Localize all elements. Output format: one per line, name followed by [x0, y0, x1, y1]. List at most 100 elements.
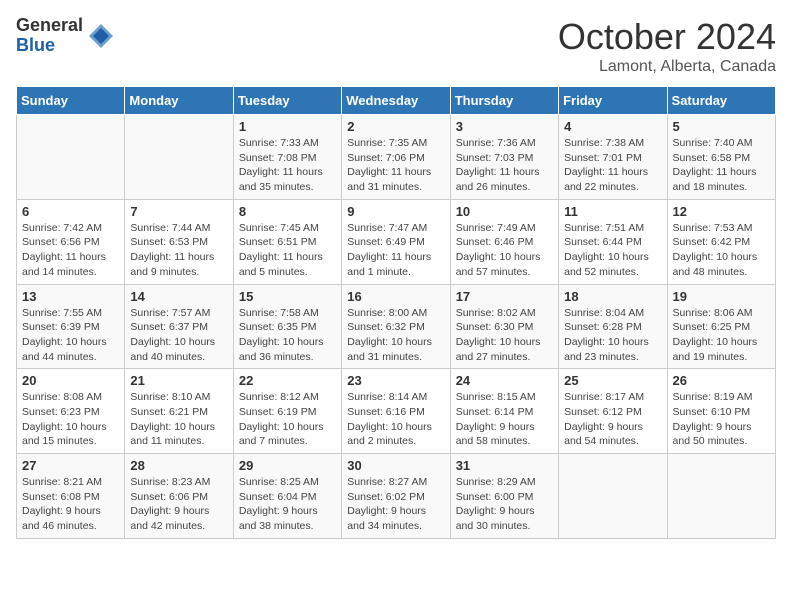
logo-icon [87, 22, 115, 50]
calendar-table: SundayMondayTuesdayWednesdayThursdayFrid… [16, 86, 776, 539]
day-info: Sunrise: 7:40 AMSunset: 6:58 PMDaylight:… [673, 136, 770, 195]
month-title: October 2024 [558, 16, 776, 58]
calendar-cell: 1Sunrise: 7:33 AMSunset: 7:08 PMDaylight… [233, 115, 341, 200]
day-number: 19 [673, 289, 770, 304]
day-number: 21 [130, 373, 227, 388]
day-info: Sunrise: 7:38 AMSunset: 7:01 PMDaylight:… [564, 136, 661, 195]
calendar-cell: 23 Sunrise: 8:14 AMSunset: 6:16 PMDayligh… [342, 369, 450, 454]
day-number: 7 [130, 204, 227, 219]
day-info: Sunrise: 7:44 AMSunset: 6:53 PMDaylight:… [130, 221, 227, 280]
day-info: Sunrise: 7:49 AMSunset: 6:46 PMDaylight:… [456, 221, 553, 280]
calendar-header-row: SundayMondayTuesdayWednesdayThursdayFrid… [17, 87, 776, 115]
day-number: 8 [239, 204, 336, 219]
calendar-cell: 19 Sunrise: 8:06 AMSunset: 6:25 PMDayligh… [667, 284, 775, 369]
page-header: General Blue October 2024 Lamont, Albert… [16, 16, 776, 76]
day-info: Sunrise: 8:25 AMSunset: 6:04 PMDaylight:… [239, 475, 336, 534]
column-header-thursday: Thursday [450, 87, 558, 115]
calendar-cell: 29 Sunrise: 8:25 AMSunset: 6:04 PMDayligh… [233, 454, 341, 539]
day-info: Sunrise: 8:21 AMSunset: 6:08 PMDaylight:… [22, 475, 119, 534]
day-number: 6 [22, 204, 119, 219]
location: Lamont, Alberta, Canada [558, 58, 776, 76]
day-info: Sunrise: 8:19 AMSunset: 6:10 PMDaylight:… [673, 390, 770, 449]
column-header-wednesday: Wednesday [342, 87, 450, 115]
calendar-cell: 13 Sunrise: 7:55 AMSunset: 6:39 PMDayligh… [17, 284, 125, 369]
day-info: Sunrise: 7:55 AMSunset: 6:39 PMDaylight:… [22, 306, 119, 365]
day-number: 4 [564, 119, 661, 134]
column-header-friday: Friday [559, 87, 667, 115]
day-info: Sunrise: 8:08 AMSunset: 6:23 PMDaylight:… [22, 390, 119, 449]
calendar-cell: 26 Sunrise: 8:19 AMSunset: 6:10 PMDayligh… [667, 369, 775, 454]
week-row-2: 6 Sunrise: 7:42 AMSunset: 6:56 PMDaylight… [17, 199, 776, 284]
day-info: Sunrise: 8:04 AMSunset: 6:28 PMDaylight:… [564, 306, 661, 365]
day-info: Sunrise: 8:15 AMSunset: 6:14 PMDaylight:… [456, 390, 553, 449]
column-header-monday: Monday [125, 87, 233, 115]
day-info: Sunrise: 8:14 AMSunset: 6:16 PMDaylight:… [347, 390, 444, 449]
calendar-cell: 7 Sunrise: 7:44 AMSunset: 6:53 PMDaylight… [125, 199, 233, 284]
day-number: 10 [456, 204, 553, 219]
day-info: Sunrise: 7:51 AMSunset: 6:44 PMDaylight:… [564, 221, 661, 280]
day-info: Sunrise: 8:17 AMSunset: 6:12 PMDaylight:… [564, 390, 661, 449]
calendar-cell: 18 Sunrise: 8:04 AMSunset: 6:28 PMDayligh… [559, 284, 667, 369]
day-info: Sunrise: 8:12 AMSunset: 6:19 PMDaylight:… [239, 390, 336, 449]
calendar-cell: 28 Sunrise: 8:23 AMSunset: 6:06 PMDayligh… [125, 454, 233, 539]
day-info: Sunrise: 7:42 AMSunset: 6:56 PMDaylight:… [22, 221, 119, 280]
day-number: 16 [347, 289, 444, 304]
calendar-cell [125, 115, 233, 200]
day-number: 20 [22, 373, 119, 388]
logo: General Blue [16, 16, 115, 56]
column-header-tuesday: Tuesday [233, 87, 341, 115]
day-number: 17 [456, 289, 553, 304]
day-number: 18 [564, 289, 661, 304]
day-info: Sunrise: 8:06 AMSunset: 6:25 PMDaylight:… [673, 306, 770, 365]
day-number: 30 [347, 458, 444, 473]
day-info: Sunrise: 8:23 AMSunset: 6:06 PMDaylight:… [130, 475, 227, 534]
day-info: Sunrise: 8:29 AMSunset: 6:00 PMDaylight:… [456, 475, 553, 534]
day-number: 22 [239, 373, 336, 388]
day-number: 23 [347, 373, 444, 388]
calendar-cell: 31 Sunrise: 8:29 AMSunset: 6:00 PMDayligh… [450, 454, 558, 539]
day-number: 13 [22, 289, 119, 304]
calendar-cell: 2Sunrise: 7:35 AMSunset: 7:06 PMDaylight… [342, 115, 450, 200]
day-info: Sunrise: 8:27 AMSunset: 6:02 PMDaylight:… [347, 475, 444, 534]
day-number: 28 [130, 458, 227, 473]
day-number: 31 [456, 458, 553, 473]
week-row-4: 20 Sunrise: 8:08 AMSunset: 6:23 PMDayligh… [17, 369, 776, 454]
day-number: 9 [347, 204, 444, 219]
calendar-cell: 4 Sunrise: 7:38 AMSunset: 7:01 PMDaylight… [559, 115, 667, 200]
calendar-cell: 8 Sunrise: 7:45 AMSunset: 6:51 PMDaylight… [233, 199, 341, 284]
day-number: 3 [456, 119, 553, 134]
calendar-cell: 12Sunrise: 7:53 AMSunset: 6:42 PMDayligh… [667, 199, 775, 284]
week-row-3: 13 Sunrise: 7:55 AMSunset: 6:39 PMDayligh… [17, 284, 776, 369]
title-block: October 2024 Lamont, Alberta, Canada [558, 16, 776, 76]
day-number: 26 [673, 373, 770, 388]
day-info: Sunrise: 7:35 AMSunset: 7:06 PMDaylight:… [347, 136, 444, 195]
calendar-cell: 22 Sunrise: 8:12 AMSunset: 6:19 PMDayligh… [233, 369, 341, 454]
day-number: 29 [239, 458, 336, 473]
day-number: 24 [456, 373, 553, 388]
calendar-cell [559, 454, 667, 539]
day-info: Sunrise: 8:00 AMSunset: 6:32 PMDaylight:… [347, 306, 444, 365]
calendar-cell: 20 Sunrise: 8:08 AMSunset: 6:23 PMDayligh… [17, 369, 125, 454]
calendar-cell: 11Sunrise: 7:51 AMSunset: 6:44 PMDayligh… [559, 199, 667, 284]
day-number: 14 [130, 289, 227, 304]
day-info: Sunrise: 7:57 AMSunset: 6:37 PMDaylight:… [130, 306, 227, 365]
day-info: Sunrise: 7:45 AMSunset: 6:51 PMDaylight:… [239, 221, 336, 280]
calendar-cell: 27 Sunrise: 8:21 AMSunset: 6:08 PMDayligh… [17, 454, 125, 539]
calendar-cell: 5Sunrise: 7:40 AMSunset: 6:58 PMDaylight… [667, 115, 775, 200]
day-info: Sunrise: 7:58 AMSunset: 6:35 PMDaylight:… [239, 306, 336, 365]
day-number: 12 [673, 204, 770, 219]
day-info: Sunrise: 7:47 AMSunset: 6:49 PMDaylight:… [347, 221, 444, 280]
column-header-saturday: Saturday [667, 87, 775, 115]
day-number: 15 [239, 289, 336, 304]
calendar-cell: 6 Sunrise: 7:42 AMSunset: 6:56 PMDaylight… [17, 199, 125, 284]
calendar-cell: 25Sunrise: 8:17 AMSunset: 6:12 PMDayligh… [559, 369, 667, 454]
day-number: 27 [22, 458, 119, 473]
calendar-cell [17, 115, 125, 200]
calendar-cell: 21 Sunrise: 8:10 AMSunset: 6:21 PMDayligh… [125, 369, 233, 454]
calendar-cell: 3Sunrise: 7:36 AMSunset: 7:03 PMDaylight… [450, 115, 558, 200]
calendar-cell [667, 454, 775, 539]
logo-blue-text: Blue [16, 36, 83, 56]
day-info: Sunrise: 8:02 AMSunset: 6:30 PMDaylight:… [456, 306, 553, 365]
calendar-cell: 24 Sunrise: 8:15 AMSunset: 6:14 PMDayligh… [450, 369, 558, 454]
day-info: Sunrise: 8:10 AMSunset: 6:21 PMDaylight:… [130, 390, 227, 449]
